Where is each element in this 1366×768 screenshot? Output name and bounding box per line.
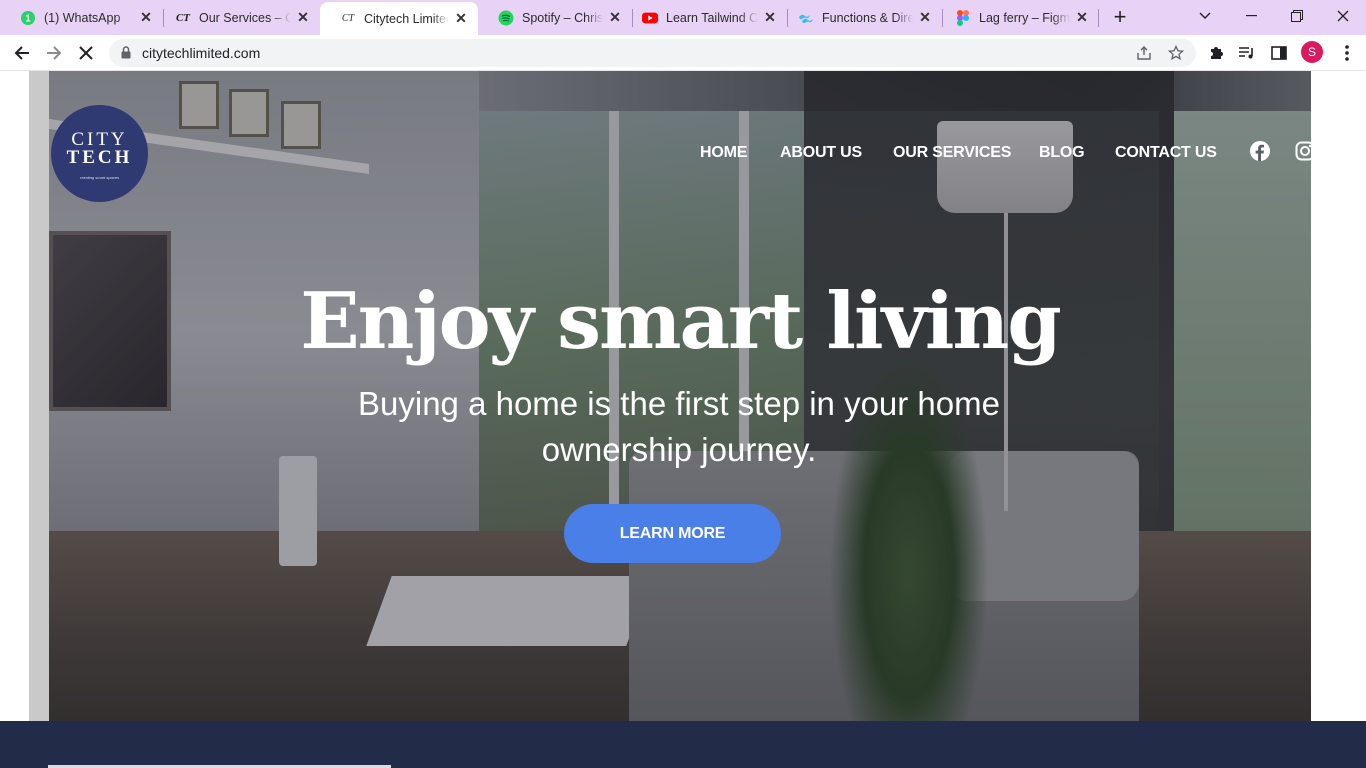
nav-our-services[interactable]: OUR SERVICES	[893, 144, 1011, 162]
media-queue-icon[interactable]	[1238, 44, 1256, 62]
site-logo[interactable]: CITY TECH creating smart spaces	[51, 105, 148, 202]
forward-button[interactable]	[41, 40, 67, 66]
facebook-icon[interactable]	[1250, 141, 1272, 163]
tab-title: (1) WhatsApp	[44, 10, 121, 25]
share-icon[interactable]	[1136, 45, 1152, 61]
page-gutter	[29, 71, 49, 721]
tab-citytech-limited[interactable]: CT Citytech Limited ✕	[320, 2, 478, 35]
ct-icon: CT	[175, 11, 191, 24]
back-button[interactable]	[9, 40, 35, 66]
youtube-icon	[642, 10, 658, 26]
logo-line-2: TECH	[66, 147, 133, 168]
tailwind-icon	[798, 10, 814, 26]
learn-more-button[interactable]: LEARN MORE	[564, 504, 781, 563]
stop-loading-button[interactable]	[73, 40, 99, 66]
nav-home[interactable]: HOME	[700, 144, 747, 162]
close-tab-icon[interactable]: ✕	[762, 9, 778, 26]
close-tab-icon[interactable]: ✕	[453, 10, 469, 27]
next-section-band	[0, 721, 1366, 768]
tab-separator	[1098, 9, 1099, 27]
tab-title: Learn Tailwind CSS	[666, 10, 758, 25]
nav-contact-us[interactable]: CONTACT US	[1115, 144, 1217, 162]
hero-subheadline: Buying a home is the first step in your …	[358, 385, 1000, 468]
tab-search-chevron-down-icon[interactable]	[1182, 0, 1228, 32]
nav-about-us[interactable]: ABOUT US	[780, 144, 862, 162]
tab-figma[interactable]: Lag ferry – Figma ✕	[935, 0, 1099, 35]
browser-toolbar: citytechlimited.com S	[0, 35, 1366, 71]
page-viewport: CITY TECH creating smart spaces HOME ABO…	[0, 71, 1366, 768]
whatsapp-icon: 1	[20, 10, 36, 26]
ct-icon: CT	[341, 13, 355, 24]
tab-title: Lag ferry – Figma	[979, 10, 1070, 25]
close-tab-icon[interactable]: ✕	[138, 9, 154, 26]
close-tab-icon[interactable]: ✕	[1074, 9, 1090, 26]
close-icon	[79, 46, 93, 60]
new-tab-button[interactable]: +	[1108, 4, 1132, 29]
tab-youtube[interactable]: Learn Tailwind CSS ✕	[622, 0, 787, 35]
bookmark-star-icon[interactable]	[1167, 44, 1185, 61]
arrow-left-icon	[14, 46, 29, 60]
tab-title: Spotify – Christian	[522, 10, 603, 25]
tab-strip: 1 (1) WhatsApp ✕ CT Our Services – Cityt…	[0, 0, 1366, 35]
spotify-icon	[498, 10, 514, 26]
logo-tagline: creating smart spaces	[79, 175, 120, 180]
tab-title: Functions & Directives	[822, 10, 913, 25]
tab-spotify[interactable]: Spotify – Christian ✕	[478, 0, 632, 35]
arrow-right-icon	[47, 46, 62, 60]
tab-title: Our Services – Citytech	[199, 10, 291, 25]
tab-tailwind[interactable]: Functions & Directives ✕	[778, 0, 942, 35]
tab-whatsapp[interactable]: 1 (1) WhatsApp ✕	[0, 0, 163, 35]
close-tab-icon[interactable]: ✕	[295, 9, 311, 26]
nav-blog[interactable]: BLOG	[1039, 144, 1085, 162]
minimize-button[interactable]	[1228, 0, 1274, 32]
menu-kebab-icon[interactable]	[1344, 43, 1350, 63]
svg-text:1: 1	[25, 13, 31, 24]
tab-title: Citytech Limited	[364, 11, 449, 26]
close-window-button[interactable]	[1320, 0, 1366, 32]
instagram-icon[interactable]	[1295, 141, 1311, 163]
close-tab-icon[interactable]: ✕	[607, 9, 623, 26]
tab-our-services[interactable]: CT Our Services – Citytech ✕	[155, 0, 320, 35]
lock-icon	[121, 46, 131, 64]
hero-section: CITY TECH creating smart spaces HOME ABO…	[49, 71, 1311, 721]
extensions-puzzle-icon[interactable]	[1207, 44, 1225, 62]
restore-button[interactable]	[1274, 0, 1320, 32]
figma-icon	[955, 9, 971, 26]
side-panel-icon[interactable]	[1270, 44, 1288, 62]
close-tab-icon[interactable]: ✕	[917, 9, 933, 26]
profile-avatar[interactable]: S	[1301, 41, 1323, 63]
hero-headline: Enjoy smart living	[300, 276, 1062, 367]
address-bar[interactable]: citytechlimited.com	[109, 39, 1196, 67]
url-text[interactable]: citytechlimited.com	[142, 45, 260, 61]
